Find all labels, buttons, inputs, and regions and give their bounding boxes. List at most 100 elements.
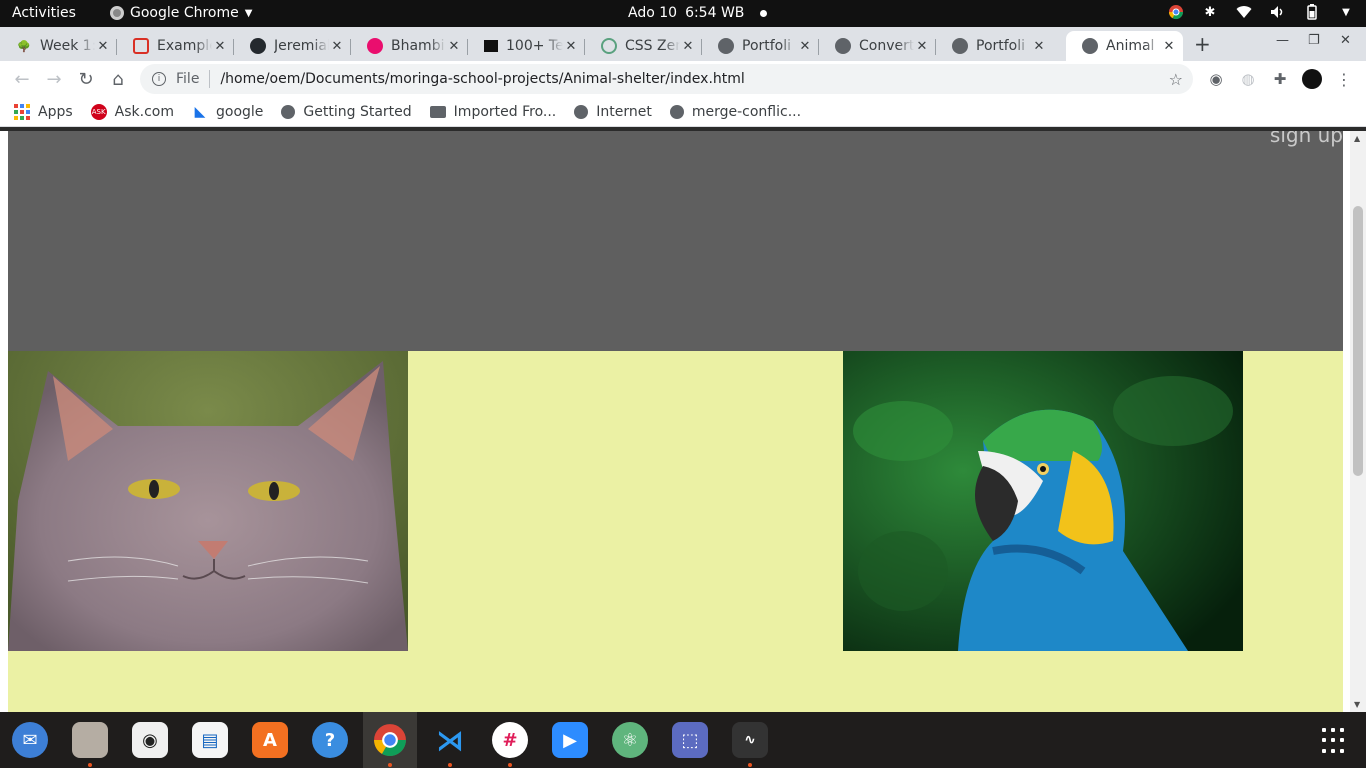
reload-icon[interactable]: ↻ — [75, 69, 97, 90]
extension-globe-icon[interactable]: ◍ — [1238, 69, 1258, 89]
google-icon: ◣ — [194, 103, 206, 120]
software-icon[interactable]: A — [252, 722, 288, 758]
battery-icon[interactable] — [1304, 4, 1320, 20]
bookmark-internet[interactable]: Internet — [574, 104, 652, 120]
close-tab-icon[interactable]: ✕ — [797, 39, 813, 54]
bookmark-folder-imported[interactable]: Imported Fro... — [429, 104, 556, 120]
slides-icon — [133, 38, 149, 54]
close-tab-icon[interactable]: ✕ — [680, 39, 696, 54]
tab[interactable]: 100+ Te ✕ — [468, 31, 585, 61]
animal-shelter-page: sign up — [8, 131, 1343, 712]
profile-avatar[interactable] — [1302, 69, 1322, 89]
tab-title: Portfoli — [976, 38, 1026, 54]
bookmark-merge-conflict[interactable]: merge-conflic... — [669, 104, 801, 120]
rhythmbox-icon[interactable]: ◉ — [132, 722, 168, 758]
files-icon[interactable] — [72, 722, 108, 767]
system-tray[interactable]: ✱ ▼ — [1168, 4, 1354, 20]
globe-icon — [669, 104, 684, 119]
bookmark-apps[interactable]: Apps — [14, 103, 73, 120]
system-menu-caret-icon[interactable]: ▼ — [1338, 4, 1354, 20]
bookmark-label: Getting Started — [303, 103, 412, 120]
slack-tray-icon[interactable]: ✱ — [1202, 4, 1218, 20]
tab[interactable]: Bhambi ✕ — [351, 31, 468, 61]
dribbble-icon — [367, 38, 383, 54]
close-tab-icon[interactable]: ✕ — [95, 39, 111, 54]
scroll-up-icon[interactable]: ▲ — [1354, 134, 1360, 143]
help-icon[interactable]: ? — [312, 722, 348, 758]
ask-icon: ASK — [90, 103, 107, 120]
tab-title: Portfoli — [742, 38, 792, 54]
bookmark-getting-started[interactable]: Getting Started — [281, 103, 412, 120]
close-tab-icon[interactable]: ✕ — [212, 39, 228, 54]
writer-icon[interactable]: ▤ — [192, 722, 228, 758]
tab-title: Convert — [859, 38, 914, 54]
close-tab-icon[interactable]: ✕ — [914, 39, 930, 54]
thunderbird-icon[interactable]: ✉ — [12, 722, 48, 758]
extension-owl-icon[interactable]: ◉ — [1206, 69, 1226, 89]
zoom-icon[interactable]: ▶ — [552, 722, 588, 758]
volume-icon[interactable] — [1270, 4, 1286, 20]
bookmark-label: Internet — [596, 103, 652, 120]
browser-toolbar: ← → ↻ ⌂ i File /home/oem/Documents/morin… — [0, 61, 1366, 97]
scrollbar-thumb[interactable] — [1353, 206, 1363, 476]
tab[interactable]: Portfoli ✕ — [936, 31, 1053, 61]
atom-icon[interactable]: ⚛ — [612, 722, 648, 758]
info-icon[interactable]: i — [152, 72, 166, 86]
restore-icon[interactable]: ❐ — [1308, 33, 1320, 48]
activities-button[interactable]: Activities — [12, 5, 76, 21]
new-tab-icon[interactable]: + — [1194, 32, 1211, 56]
close-tab-icon[interactable]: ✕ — [563, 39, 579, 54]
bookmark-star-icon[interactable]: ☆ — [1169, 70, 1183, 89]
chrome-tray-icon[interactable] — [1168, 4, 1184, 20]
clock-time: 6:54 WB — [685, 5, 745, 21]
menu-kebab-icon[interactable]: ⋮ — [1334, 69, 1354, 89]
parrot-image — [843, 351, 1243, 651]
page-header: sign up — [8, 131, 1343, 351]
notification-dot-icon — [760, 9, 768, 17]
tab-active[interactable]: Animal ✕ — [1066, 31, 1183, 61]
tab[interactable]: Jeremiah ✕ — [234, 31, 351, 61]
globe-icon — [952, 38, 968, 54]
tab[interactable]: Portfoli ✕ — [702, 31, 819, 61]
wifi-icon[interactable] — [1236, 4, 1252, 20]
home-icon[interactable]: ⌂ — [107, 69, 129, 90]
close-tab-icon[interactable]: ✕ — [329, 39, 345, 54]
clock[interactable]: Ado 10 6:54 WB — [628, 5, 768, 21]
dock: ✉ ◉ ▤ A ? ⋊ # ▶ ⚛ ⬚ ∿ — [0, 712, 1366, 768]
app-menu-label: Google Chrome — [130, 5, 239, 21]
system-monitor-icon[interactable]: ∿ — [732, 722, 768, 767]
close-tab-icon[interactable]: ✕ — [446, 39, 462, 54]
chrome-icon[interactable] — [372, 722, 408, 767]
tab[interactable]: Example ✕ — [117, 31, 234, 61]
screenshot-icon[interactable]: ⬚ — [672, 722, 708, 758]
globe-icon — [574, 104, 589, 119]
slack-icon[interactable]: # — [492, 722, 528, 767]
minimize-icon[interactable]: — — [1276, 33, 1289, 48]
back-icon[interactable]: ← — [11, 69, 33, 90]
plant-icon: 🌳 — [17, 39, 31, 53]
globe-icon — [835, 38, 851, 54]
extensions-puzzle-icon[interactable]: ✚ — [1270, 69, 1290, 89]
tab[interactable]: Convert ✕ — [819, 31, 936, 61]
scroll-down-icon[interactable]: ▼ — [1354, 700, 1360, 709]
globe-icon — [718, 38, 734, 54]
bookmark-google[interactable]: ◣ google — [192, 103, 264, 120]
file-scheme-label: File — [176, 71, 200, 87]
signup-link[interactable]: sign up — [1270, 131, 1343, 147]
show-applications-icon[interactable] — [1322, 728, 1348, 754]
url-text[interactable]: /home/oem/Documents/moringa-school-proje… — [220, 71, 744, 87]
address-bar[interactable]: i File /home/oem/Documents/moringa-schoo… — [140, 64, 1193, 94]
bookmark-ask[interactable]: ASK Ask.com — [90, 103, 174, 120]
tab[interactable]: CSS Zen ✕ — [585, 31, 702, 61]
clock-date: Ado 10 — [628, 5, 678, 21]
vertical-scrollbar[interactable]: ▲ ▼ — [1350, 131, 1366, 712]
tab[interactable]: 🌳 Week 1: ✕ — [0, 31, 117, 61]
vscode-icon[interactable]: ⋊ — [432, 722, 468, 767]
close-window-icon[interactable]: ✕ — [1340, 33, 1351, 48]
app-menu[interactable]: Google Chrome ▼ — [110, 5, 252, 21]
close-tab-icon[interactable]: ✕ — [1161, 39, 1177, 54]
chrome-small-icon — [110, 6, 124, 20]
close-tab-icon[interactable]: ✕ — [1031, 39, 1047, 54]
forward-icon[interactable]: → — [43, 69, 65, 90]
system-top-bar: Activities Google Chrome ▼ Ado 10 6:54 W… — [0, 0, 1366, 27]
